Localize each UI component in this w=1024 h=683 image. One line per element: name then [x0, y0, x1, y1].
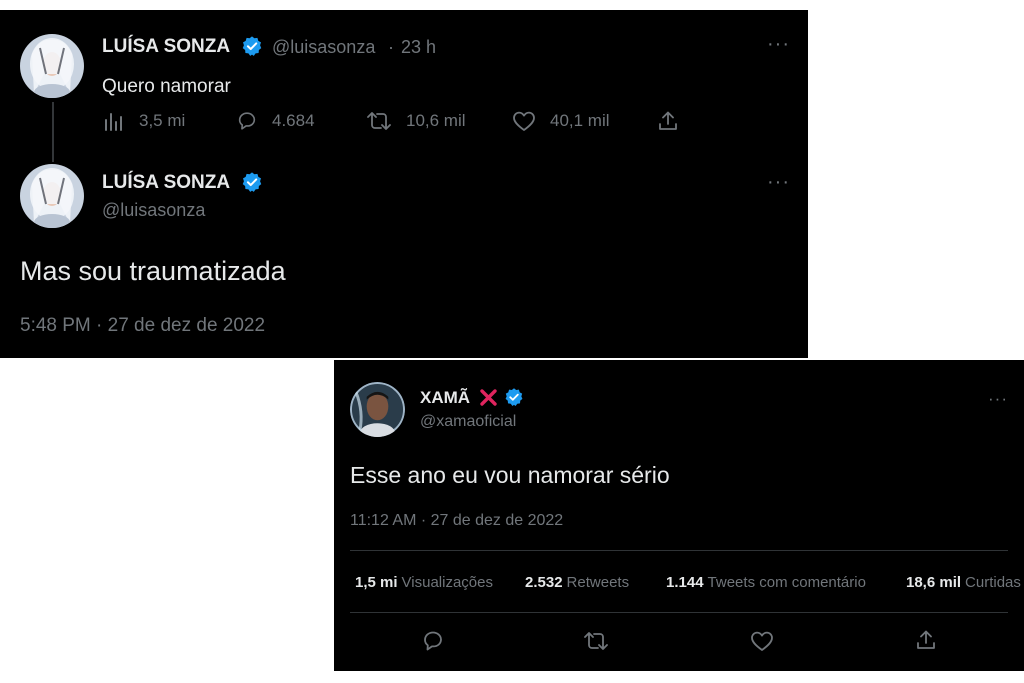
retweet-icon — [584, 632, 608, 650]
more-options-button[interactable]: ··· — [988, 390, 1008, 407]
tweet-thread-card: LUÍSA SONZA @luisasonza · 23 h ··· Quero… — [0, 10, 808, 358]
thread-connector-line — [52, 102, 54, 162]
reply-icon — [238, 112, 256, 130]
share-icon — [917, 630, 935, 649]
divider — [350, 612, 1008, 613]
like-button[interactable]: 40,1 mil — [512, 110, 610, 132]
verified-badge-icon — [241, 171, 263, 198]
author-handle[interactable]: @luisasonza — [102, 200, 205, 221]
retweets-stat[interactable]: 2.532 Retweets — [525, 574, 629, 591]
heart-icon — [751, 631, 773, 651]
tweet-text: Esse ano eu vou namorar sério — [350, 462, 670, 488]
reply-button[interactable] — [421, 629, 445, 653]
views-stat[interactable]: 1,5 mi Visualizações — [355, 574, 493, 591]
reply-count: 4.684 — [272, 111, 315, 130]
more-options-button[interactable]: ··· — [767, 34, 790, 54]
more-options-button[interactable]: ··· — [767, 172, 790, 192]
like-count: 40,1 mil — [550, 111, 610, 130]
reply-button[interactable]: 4.684 — [236, 110, 315, 132]
retweet-button[interactable] — [583, 630, 609, 652]
author-handle[interactable]: @xamaoficial — [420, 413, 516, 431]
tweet-text: Mas sou traumatizada — [20, 256, 286, 286]
likes-label: Curtidas — [965, 574, 1021, 591]
verified-badge-icon — [504, 387, 524, 412]
tweet-timestamp[interactable]: 11:12 AM · 27 de dez de 2022 — [350, 512, 563, 530]
tweet-timestamp[interactable]: 5:48 PM · 27 de dez de 2022 — [20, 315, 265, 337]
quote-tweets-stat[interactable]: 1.144 Tweets com comentário — [666, 574, 866, 591]
reply-icon — [424, 631, 442, 651]
retweet-count: 2.532 — [525, 574, 563, 591]
like-count: 18,6 mil — [906, 574, 962, 591]
author-name[interactable]: LUÍSA SONZA — [102, 172, 230, 194]
heart-icon — [513, 111, 535, 131]
tweet-age[interactable]: 23 h — [401, 37, 436, 58]
author-name[interactable]: XAMÃ — [420, 388, 470, 408]
bar-chart-icon — [105, 113, 122, 131]
tweet-text: Quero namorar — [102, 76, 231, 97]
views-button[interactable]: 3,5 mi — [103, 110, 185, 132]
share-button[interactable] — [915, 629, 937, 651]
retweet-button[interactable]: 10,6 mil — [366, 110, 466, 132]
views-count: 3,5 mi — [139, 111, 186, 130]
cross-mark-icon — [478, 387, 499, 413]
avatar-xama[interactable] — [350, 382, 405, 437]
like-button[interactable] — [750, 630, 774, 652]
views-count: 1,5 mi — [355, 574, 398, 591]
quote-count: 1.144 — [666, 574, 704, 591]
author-handle[interactable]: @luisasonza — [272, 37, 375, 58]
author-name[interactable]: LUÍSA SONZA — [102, 36, 230, 58]
retweet-icon — [367, 112, 391, 130]
meta-separator: · — [388, 37, 394, 57]
quotes-label: Tweets com comentário — [707, 574, 866, 591]
avatar-image — [350, 382, 405, 437]
share-button[interactable] — [657, 110, 679, 132]
retweet-count: 10,6 mil — [406, 111, 466, 130]
verified-badge-icon — [241, 35, 263, 62]
divider — [350, 550, 1008, 551]
avatar-luisa-sonza[interactable] — [20, 164, 84, 228]
views-label: Visualizações — [401, 574, 493, 591]
retweets-label: Retweets — [566, 574, 630, 591]
avatar-image — [20, 164, 84, 228]
avatar-image — [20, 34, 84, 98]
tweet-detail-card: XAMÃ @xamaoficial ··· Esse ano eu vou na… — [334, 360, 1024, 671]
likes-stat[interactable]: 18,6 mil Curtidas — [906, 574, 1021, 591]
avatar-luisa-sonza[interactable] — [20, 34, 84, 98]
share-icon — [659, 111, 677, 130]
